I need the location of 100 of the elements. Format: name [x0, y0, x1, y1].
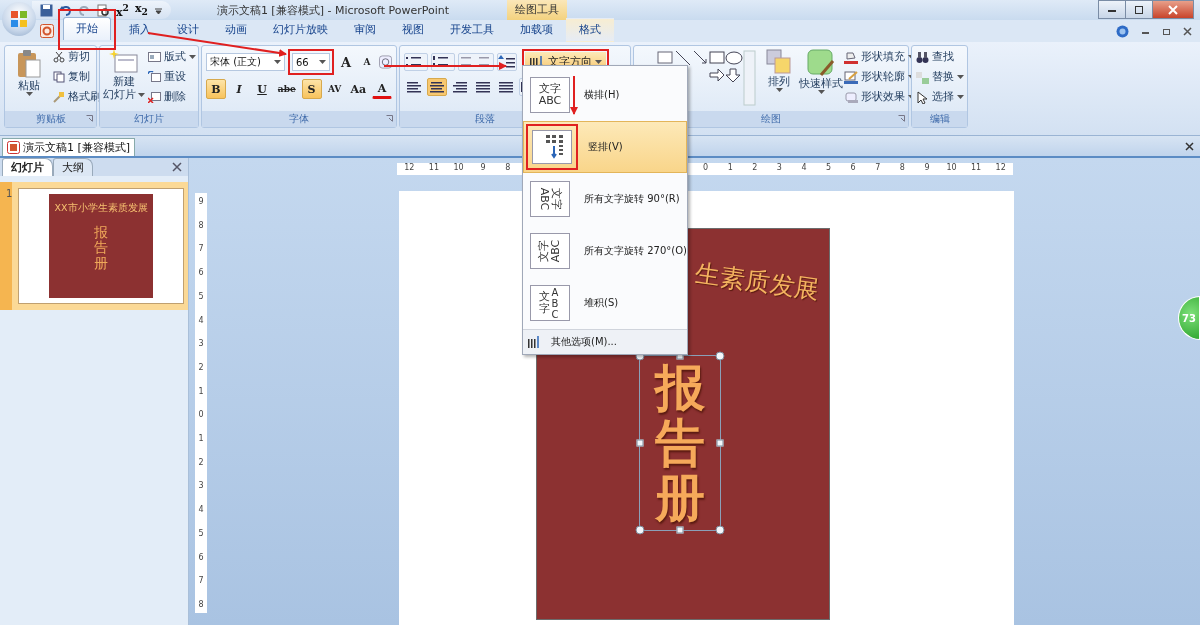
ruler-number: 6 — [198, 552, 204, 562]
ruler-number: 2 — [198, 362, 204, 372]
clear-formatting-icon[interactable] — [378, 55, 392, 69]
format-button[interactable]: abe — [275, 79, 299, 99]
annotation-arrow — [570, 75, 578, 115]
ribbon-tab[interactable]: 视图 — [389, 18, 437, 42]
ruler-number: 4 — [198, 315, 204, 325]
editing-command[interactable]: 查找 — [916, 49, 964, 65]
quick-access-button[interactable]: x$_{2}$ — [134, 2, 148, 18]
format-button[interactable]: I — [229, 79, 249, 99]
new-slide-icon — [109, 49, 139, 75]
dialog-launcher-icon[interactable] — [86, 115, 93, 122]
format-button[interactable]: U — [252, 79, 272, 99]
ribbon-tab[interactable]: 格式 — [566, 18, 614, 42]
restore-icon[interactable] — [1162, 26, 1171, 36]
document-tab[interactable]: 演示文稿1 [兼容模式] — [2, 138, 136, 156]
shape-command[interactable]: 形状填充 — [844, 49, 915, 65]
customize-icon[interactable] — [153, 5, 163, 15]
layout-icon — [148, 51, 161, 63]
ribbon-tab[interactable]: 开发工具 — [437, 18, 507, 42]
ruler-number: 2 — [751, 163, 759, 174]
clipboard-command[interactable]: 复制 — [53, 69, 101, 85]
resize-handle[interactable] — [635, 525, 645, 535]
restore-icon — [1134, 4, 1144, 15]
slide-command[interactable]: 重设 — [148, 69, 196, 85]
format-button[interactable]: S — [301, 79, 322, 99]
menu-item[interactable]: 文字 ABC 所有文字旋转 90°(R) — [523, 173, 687, 225]
restore-button[interactable] — [1125, 0, 1153, 19]
shrink-font-button[interactable]: A — [357, 53, 376, 71]
resize-handle[interactable] — [715, 351, 725, 361]
resize-handle[interactable] — [636, 439, 644, 447]
align-button[interactable] — [427, 78, 447, 96]
close-icon[interactable] — [1183, 26, 1192, 36]
menu-item[interactable]: 竖排(V) — [523, 121, 687, 173]
clipboard-command[interactable]: 剪切 — [53, 49, 101, 65]
format-button[interactable]: A — [372, 79, 392, 99]
font-name-field[interactable]: 宋体 (正文) — [206, 53, 285, 71]
minimize-button[interactable] — [1098, 0, 1126, 19]
undo-icon[interactable] — [59, 3, 72, 17]
ruler-number: 1 — [198, 434, 204, 444]
new-slide-button[interactable]: 新建 幻灯片 — [104, 49, 144, 111]
text-direction-preview: 文字 ABC — [530, 233, 570, 269]
resize-handle[interactable] — [716, 439, 724, 447]
grow-font-button[interactable]: A — [336, 53, 355, 71]
ruler-number: 4 — [198, 505, 204, 515]
dialog-launcher-icon[interactable] — [898, 115, 905, 122]
ruler-number: 8 — [898, 163, 906, 174]
slide-command[interactable]: 删除 — [148, 89, 196, 105]
cover-title: 生素质发展 — [693, 257, 822, 307]
ruler-number: 7 — [874, 163, 882, 174]
redo-icon[interactable] — [78, 3, 91, 17]
save-icon[interactable] — [40, 3, 53, 17]
print-preview-icon[interactable] — [97, 3, 110, 17]
group-label: 编辑 — [929, 112, 950, 126]
close-button[interactable] — [1152, 0, 1194, 19]
binoculars-icon — [916, 50, 929, 64]
panel-tab[interactable]: 幻灯片 — [2, 158, 53, 176]
ribbon-tab[interactable]: 动画 — [212, 18, 260, 42]
quick-styles-icon — [807, 49, 835, 77]
slide-thumbnail-row[interactable]: 1 XX市小学生素质发展 报告册 — [0, 182, 188, 310]
ribbon-tab[interactable]: 设计 — [164, 18, 212, 42]
office-button[interactable] — [2, 2, 36, 36]
more-options-item[interactable]: 其他选项(M)... — [523, 329, 687, 354]
help-icon[interactable] — [1116, 24, 1129, 38]
resize-handle[interactable] — [676, 526, 684, 534]
font-size-field[interactable]: 66 — [291, 53, 330, 71]
ribbon-tab[interactable]: 幻灯片放映 — [260, 18, 341, 42]
editing-command[interactable]: 选择 — [916, 89, 964, 105]
clipboard-icon — [16, 49, 42, 79]
ribbon-tab[interactable]: 审阅 — [341, 18, 389, 42]
ruler-number: 10 — [452, 163, 465, 174]
ruler-number: 3 — [198, 339, 204, 349]
ruler-number: 2 — [198, 457, 204, 467]
arrange-button[interactable]: 排列 — [760, 49, 798, 111]
copy-icon — [53, 71, 65, 83]
slide-command[interactable]: 版式 — [148, 49, 196, 65]
pencil-icon — [844, 70, 858, 84]
clipboard-command[interactable]: 格式刷 — [53, 89, 101, 105]
resize-handle[interactable] — [715, 525, 725, 535]
ribbon-tab[interactable]: 开始 — [63, 17, 111, 40]
text-direction-icon — [527, 335, 541, 349]
quick-access-button[interactable]: x$^{2}$ — [116, 1, 129, 19]
ruler-number: 5 — [198, 291, 204, 301]
editing-command[interactable]: 替换 — [916, 69, 964, 85]
close-icon[interactable] — [172, 162, 182, 172]
shape-command[interactable]: 形状轮廓 — [844, 69, 915, 85]
panel-tab[interactable]: 大纲 — [53, 158, 93, 176]
paste-button[interactable]: 粘贴 — [9, 49, 49, 111]
ruler-number: 3 — [775, 163, 783, 174]
close-icon[interactable] — [1185, 141, 1194, 151]
format-button[interactable]: AV — [324, 79, 345, 99]
format-button[interactable]: Aa — [347, 79, 369, 99]
dialog-launcher-icon[interactable] — [386, 115, 393, 122]
format-button[interactable]: B — [206, 79, 226, 99]
shape-effects-icon — [844, 90, 858, 104]
menu-item[interactable]: 文字 ABC 横排(H) — [523, 69, 687, 121]
ruler-number: 11 — [970, 163, 983, 174]
presentation-icon[interactable] — [40, 24, 54, 38]
ribbon-tab[interactable]: 加载项 — [507, 18, 566, 42]
shape-command[interactable]: 形状效果 — [844, 89, 915, 105]
